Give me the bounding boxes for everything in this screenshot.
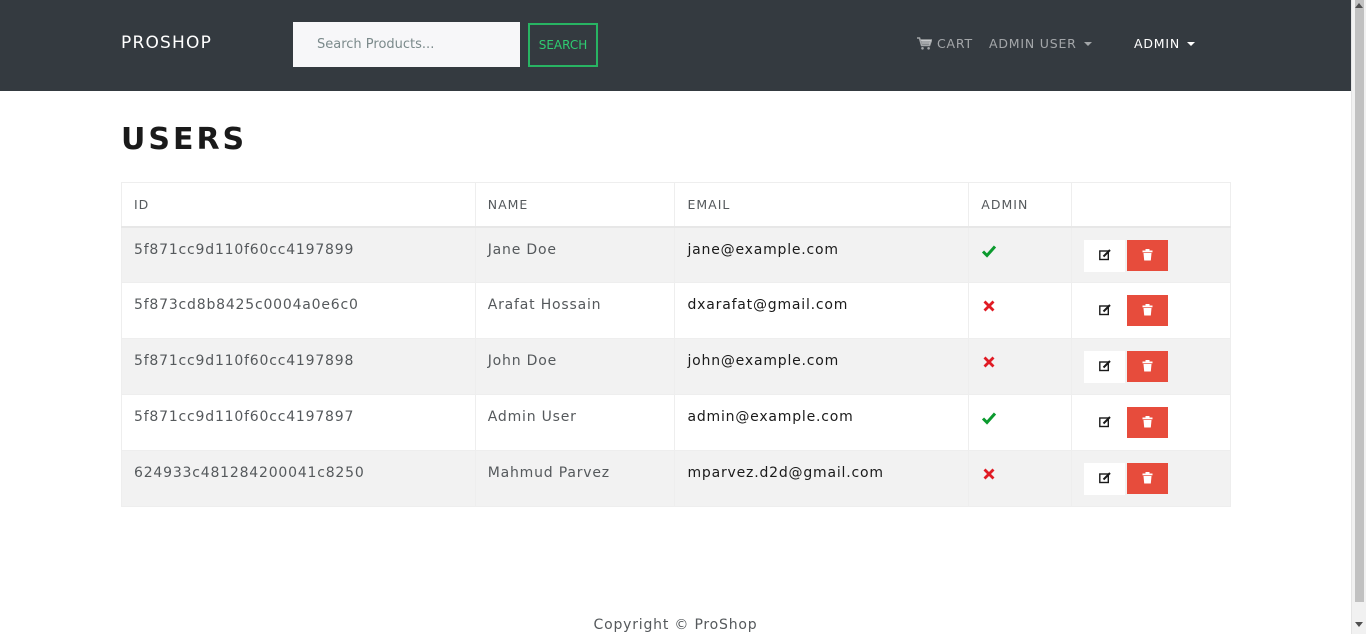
cell-user-email: john@example.com: [674, 338, 970, 395]
column-header-actions: [1071, 182, 1231, 228]
cell-user-id: 5f873cd8b8425c0004a0e6c0: [121, 282, 476, 339]
footer-copyright: Copyright © ProShop: [593, 617, 758, 633]
cell-user-name: John Doe: [474, 338, 676, 395]
cell-admin-status: [968, 394, 1073, 451]
cell-user-email: admin@example.com: [674, 394, 970, 451]
users-table: ID NAME EMAIL ADMIN 5f871cc9d110f60cc419…: [121, 182, 1231, 507]
times-icon: [981, 466, 997, 482]
nav-cart-label: CART: [937, 36, 973, 51]
nav-user-label: ADMIN USER: [989, 36, 1077, 51]
brand-logo[interactable]: PROSHOP: [121, 33, 212, 53]
times-icon: [981, 298, 997, 314]
cell-user-name: Admin User: [474, 394, 676, 451]
edit-user-button[interactable]: [1084, 463, 1126, 495]
cell-user-email: jane@example.com: [674, 226, 970, 283]
cell-user-name: Mahmud Parvez: [474, 450, 676, 507]
table-header-row: ID NAME EMAIL ADMIN: [121, 182, 1231, 228]
cell-user-id: 624933c481284200041c8250: [121, 450, 476, 507]
column-header-email: EMAIL: [674, 182, 970, 228]
table-row: 624933c481284200041c8250 Mahmud Parvez mpa…: [121, 450, 1231, 507]
times-icon: [981, 354, 997, 370]
search-input[interactable]: [293, 22, 520, 67]
column-header-id: ID: [121, 182, 476, 228]
cell-admin-status: [968, 282, 1073, 339]
nav-cart-link[interactable]: CART: [917, 36, 973, 51]
table-row: 5f871cc9d110f60cc4197897 Admin User admin@…: [121, 394, 1231, 451]
column-header-name: NAME: [474, 182, 676, 228]
caret-down-icon: [1187, 41, 1195, 46]
search-button[interactable]: SEARCH: [528, 23, 598, 67]
cell-user-email: dxarafat@gmail.com: [674, 282, 970, 339]
cell-user-name: Arafat Hossain: [474, 282, 676, 339]
column-header-admin: ADMIN: [968, 182, 1073, 228]
nav-user-dropdown[interactable]: ADMIN USER: [989, 36, 1092, 51]
table-row: 5f871cc9d110f60cc4197899 Jane Doe jane@exa…: [121, 226, 1231, 283]
delete-user-button[interactable]: [1127, 463, 1169, 494]
scroll-up-arrow-icon[interactable]: [1355, 3, 1363, 8]
cell-actions: [1071, 282, 1231, 339]
navbar: PROSHOP SEARCH CART ADMIN USER ADMIN: [0, 0, 1351, 91]
scroll-down-arrow-icon[interactable]: [1355, 622, 1363, 627]
table-row: 5f871cc9d110f60cc4197898 John Doe john@exa…: [121, 338, 1231, 395]
cell-user-id: 5f871cc9d110f60cc4197899: [121, 226, 476, 283]
vertical-scrollbar[interactable]: [1351, 0, 1366, 634]
caret-down-icon: [1083, 41, 1092, 46]
check-icon: [981, 410, 997, 426]
delete-user-button[interactable]: [1127, 239, 1169, 271]
table-row: 5f873cd8b8425c0004a0e6c0 Arafat Hossain dx…: [121, 282, 1231, 339]
edit-user-button[interactable]: [1084, 407, 1126, 439]
nav-admin-dropdown[interactable]: ADMIN: [1134, 36, 1195, 51]
cell-user-id: 5f871cc9d110f60cc4197897: [121, 394, 476, 451]
check-icon: [981, 243, 997, 259]
cell-admin-status: [968, 450, 1073, 507]
cell-admin-status: [968, 338, 1073, 395]
edit-user-button[interactable]: [1084, 239, 1126, 272]
delete-user-button[interactable]: [1127, 407, 1169, 438]
delete-user-button[interactable]: [1127, 295, 1169, 326]
cell-user-email: mparvez.d2d@gmail.com: [674, 450, 970, 507]
edit-user-button[interactable]: [1084, 295, 1126, 327]
cell-actions: [1071, 450, 1231, 507]
cell-user-name: Jane Doe: [474, 226, 676, 283]
delete-user-button[interactable]: [1127, 351, 1169, 382]
cell-user-id: 5f871cc9d110f60cc4197898: [121, 338, 476, 395]
cell-actions: [1071, 394, 1231, 451]
scrollbar-thumb[interactable]: [1355, 0, 1364, 602]
edit-user-button[interactable]: [1084, 351, 1126, 383]
cell-actions: [1071, 226, 1231, 283]
cell-admin-status: [968, 226, 1073, 283]
page-title: USERS: [121, 122, 248, 157]
cart-icon: [917, 37, 932, 50]
nav-admin-label: ADMIN: [1134, 36, 1180, 51]
cell-actions: [1071, 338, 1231, 395]
